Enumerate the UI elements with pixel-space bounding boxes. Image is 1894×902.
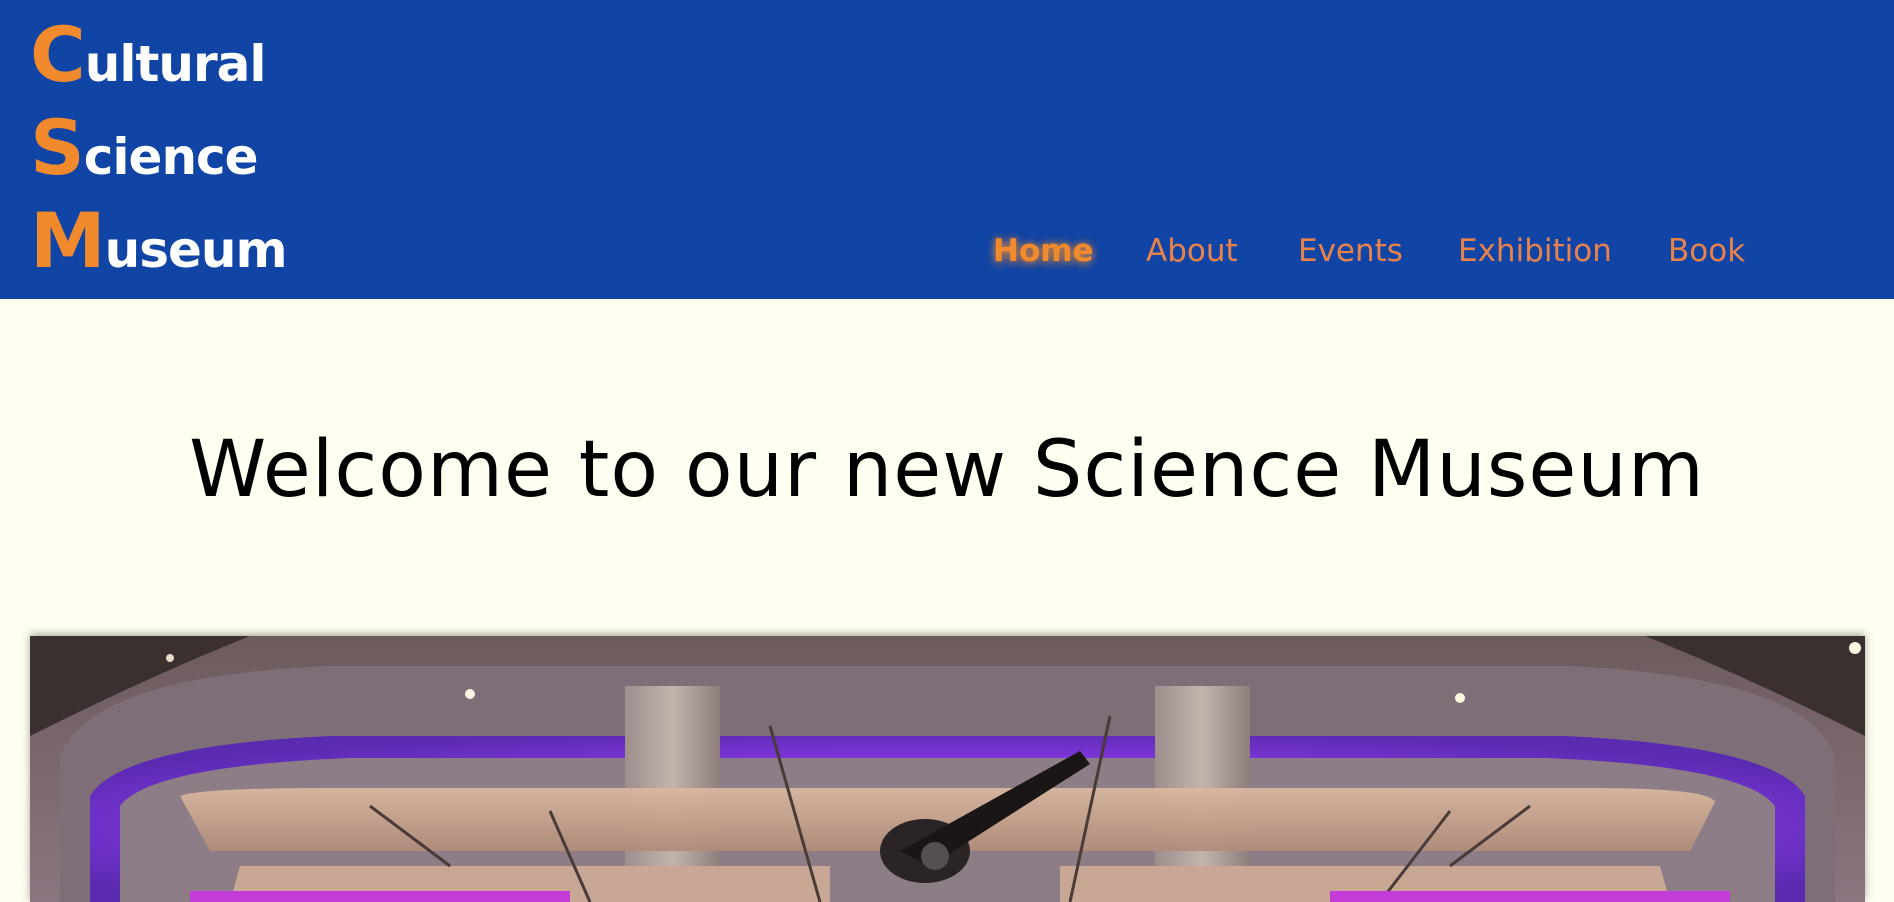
logo-line-science: Science — [30, 101, 287, 194]
logo-initial-s: S — [30, 103, 85, 192]
nav-link-home[interactable]: Home — [993, 226, 1094, 276]
nav-link-exhibition[interactable]: Exhibition — [1458, 226, 1612, 276]
logo-word-cultural: ultural — [84, 35, 267, 93]
nav-link-about[interactable]: About — [1146, 226, 1238, 276]
page-heading: Welcome to our new Science Museum — [189, 425, 1705, 515]
hero-museum-airplane-illustration — [30, 636, 1865, 902]
logo-word-science: cience — [83, 128, 259, 186]
site-header: Cultural Science Museum Home About Event… — [0, 0, 1894, 299]
nav-link-book[interactable]: Book — [1668, 226, 1745, 276]
nav-link-events[interactable]: Events — [1298, 226, 1403, 276]
main-navigation: Home About Events Exhibition Book — [0, 226, 1894, 276]
hero-image — [30, 636, 1865, 902]
logo-line-cultural: Cultural — [30, 8, 287, 101]
logo-initial-c: C — [30, 10, 86, 99]
